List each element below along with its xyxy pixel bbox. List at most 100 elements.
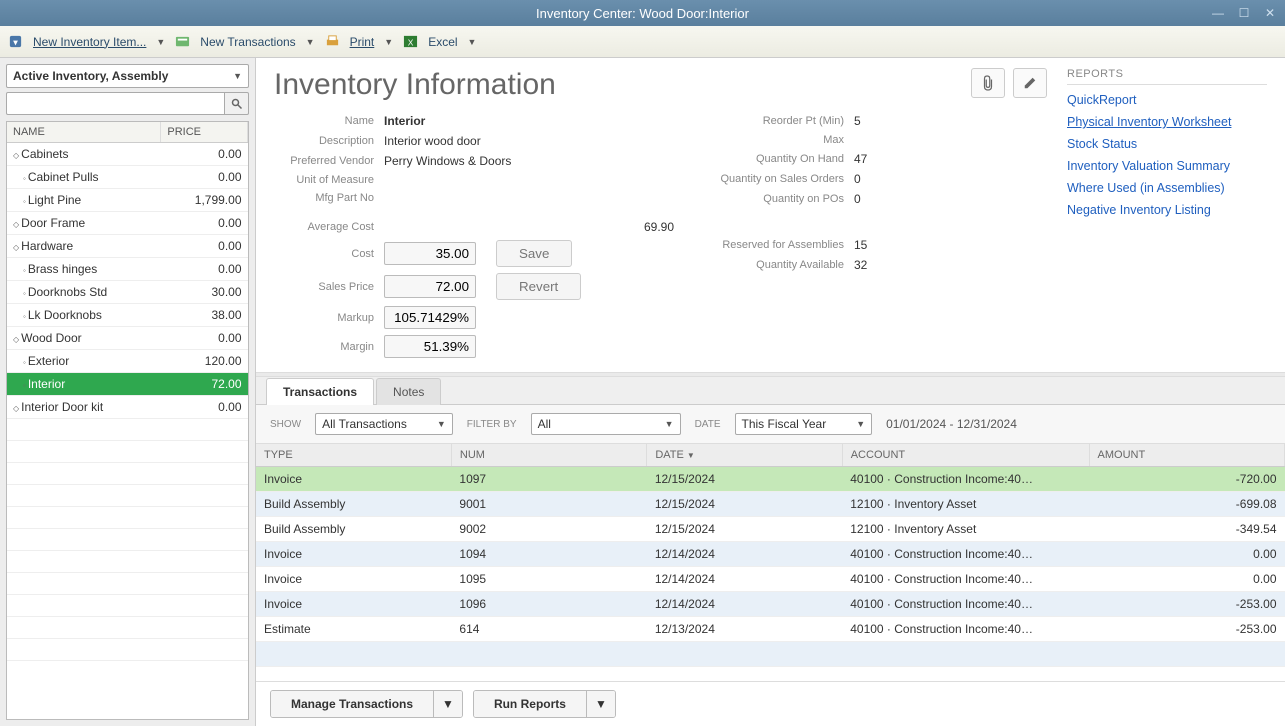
col-account[interactable]: ACCOUNT: [842, 444, 1089, 467]
report-link-negative-inventory[interactable]: Negative Inventory Listing: [1067, 203, 1267, 217]
list-item[interactable]: ◦Light Pine1,799.00: [7, 189, 248, 212]
qpo-value: 0: [854, 192, 964, 206]
search-input[interactable]: [6, 92, 225, 115]
table-row[interactable]: Invoice109712/15/202440100 · Constructio…: [256, 467, 1285, 492]
col-date[interactable]: DATE ▼: [647, 444, 842, 467]
excel-button[interactable]: Excel: [428, 35, 457, 49]
markup-label: Markup: [274, 312, 384, 324]
vendor-label: Preferred Vendor: [274, 155, 384, 167]
col-type[interactable]: TYPE: [256, 444, 451, 467]
chevron-down-icon[interactable]: ▼: [156, 37, 165, 47]
new-transactions-button[interactable]: New Transactions: [200, 35, 295, 49]
report-link-quickreport[interactable]: QuickReport: [1067, 93, 1267, 107]
new-inventory-item-label: New Inventory Item...: [33, 35, 146, 49]
col-num[interactable]: NUM: [451, 444, 646, 467]
reserved-label: Reserved for Assemblies: [674, 239, 854, 251]
list-item[interactable]: ◦Exterior120.00: [7, 350, 248, 373]
col-price[interactable]: PRICE: [161, 122, 248, 143]
list-item: [7, 463, 248, 485]
manage-transactions-button[interactable]: Manage Transactions ▼: [270, 690, 463, 718]
list-item: [7, 617, 248, 639]
table-row[interactable]: Build Assembly900212/15/202412100 · Inve…: [256, 517, 1285, 542]
chevron-down-icon[interactable]: ▼: [433, 691, 462, 717]
col-name[interactable]: NAME: [7, 122, 161, 143]
table-row[interactable]: Estimate61412/13/202440100 · Constructio…: [256, 617, 1285, 642]
revert-button[interactable]: Revert: [496, 273, 581, 300]
attach-button[interactable]: [971, 68, 1005, 98]
col-amount[interactable]: AMOUNT: [1089, 444, 1284, 467]
table-row[interactable]: Invoice109612/14/202440100 · Constructio…: [256, 592, 1285, 617]
vendor-value: Perry Windows & Doors: [384, 154, 674, 168]
margin-input[interactable]: [384, 335, 476, 358]
report-link-valuation-summary[interactable]: Inventory Valuation Summary: [1067, 159, 1267, 173]
transactions-table[interactable]: TYPE NUM DATE ▼ ACCOUNT AMOUNT Invoice10…: [256, 444, 1285, 682]
list-item: [7, 441, 248, 463]
qavail-label: Quantity Available: [674, 259, 854, 271]
table-row: [256, 642, 1285, 667]
list-item[interactable]: ◇Hardware0.00: [7, 235, 248, 258]
chevron-down-icon[interactable]: ▼: [384, 37, 393, 47]
list-item[interactable]: ◇Wood Door0.00: [7, 327, 248, 350]
list-item[interactable]: ◇Door Frame0.00: [7, 212, 248, 235]
page-title: Inventory Information: [274, 68, 556, 102]
search-button[interactable]: [225, 92, 249, 115]
desc-value: Interior wood door: [384, 134, 674, 148]
tab-notes[interactable]: Notes: [376, 378, 441, 405]
overflow-icon[interactable]: ▾: [8, 34, 23, 49]
chevron-down-icon[interactable]: ▼: [306, 37, 315, 47]
edit-button[interactable]: [1013, 68, 1047, 98]
list-item: [7, 551, 248, 573]
list-item[interactable]: ◇Interior Door kit0.00: [7, 396, 248, 419]
close-icon[interactable]: ✕: [1261, 6, 1279, 20]
list-item: [7, 595, 248, 617]
filterby-dropdown[interactable]: All▼: [531, 413, 681, 435]
report-link-physical-inventory[interactable]: Physical Inventory Worksheet: [1067, 115, 1267, 129]
report-link-where-used[interactable]: Where Used (in Assemblies): [1067, 181, 1267, 195]
excel-icon: X: [403, 34, 418, 49]
list-item[interactable]: ◦Cabinet Pulls0.00: [7, 166, 248, 189]
table-row[interactable]: Invoice109512/14/202440100 · Constructio…: [256, 567, 1285, 592]
list-item: [7, 639, 248, 661]
chevron-down-icon: ▼: [437, 419, 446, 429]
list-item[interactable]: ◦Lk Doorknobs38.00: [7, 304, 248, 327]
title-bar: Inventory Center: Wood Door:Interior ― ☐…: [0, 0, 1285, 26]
filterby-label: FILTER BY: [467, 419, 517, 430]
chevron-down-icon[interactable]: ▼: [468, 37, 477, 47]
chevron-down-icon[interactable]: ▼: [586, 691, 615, 717]
table-row[interactable]: Build Assembly900112/15/202412100 · Inve…: [256, 492, 1285, 517]
date-dropdown[interactable]: This Fiscal Year▼: [735, 413, 873, 435]
list-item[interactable]: ◦Brass hinges0.00: [7, 258, 248, 281]
maximize-icon[interactable]: ☐: [1235, 6, 1253, 20]
list-item[interactable]: ◦Doorknobs Std30.00: [7, 281, 248, 304]
print-icon: [325, 34, 340, 49]
cost-label: Cost: [274, 248, 384, 260]
print-button[interactable]: Print: [350, 35, 375, 49]
list-item: [7, 507, 248, 529]
transaction-filters: SHOW All Transactions▼ FILTER BY All▼ DA…: [256, 405, 1285, 444]
list-item[interactable]: ◇Cabinets0.00: [7, 143, 248, 166]
date-label: DATE: [695, 419, 721, 430]
window-title: Inventory Center: Wood Door:Interior: [536, 6, 749, 21]
max-label: Max: [674, 134, 854, 146]
tab-transactions[interactable]: Transactions: [266, 378, 374, 405]
table-row[interactable]: Invoice109412/14/202440100 · Constructio…: [256, 542, 1285, 567]
transaction-icon: [175, 34, 190, 49]
reports-header: REPORTS: [1067, 68, 1267, 85]
item-list[interactable]: NAME PRICE ◇Cabinets0.00◦Cabinet Pulls0.…: [6, 121, 249, 720]
excel-label: Excel: [428, 35, 457, 49]
salesprice-input[interactable]: [384, 275, 476, 298]
show-dropdown[interactable]: All Transactions▼: [315, 413, 453, 435]
qoh-label: Quantity On Hand: [674, 153, 854, 165]
filter-dropdown[interactable]: Active Inventory, Assembly ▼: [6, 64, 249, 88]
new-inventory-item-button[interactable]: New Inventory Item...: [33, 35, 146, 49]
salesprice-label: Sales Price: [274, 281, 384, 293]
run-reports-button[interactable]: Run Reports ▼: [473, 690, 616, 718]
chevron-down-icon: ▼: [233, 71, 242, 81]
save-button[interactable]: Save: [496, 240, 572, 267]
markup-input[interactable]: [384, 306, 476, 329]
desc-label: Description: [274, 135, 384, 147]
list-item[interactable]: ◦Interior72.00: [7, 373, 248, 396]
cost-input[interactable]: [384, 242, 476, 265]
report-link-stock-status[interactable]: Stock Status: [1067, 137, 1267, 151]
minimize-icon[interactable]: ―: [1209, 6, 1227, 20]
